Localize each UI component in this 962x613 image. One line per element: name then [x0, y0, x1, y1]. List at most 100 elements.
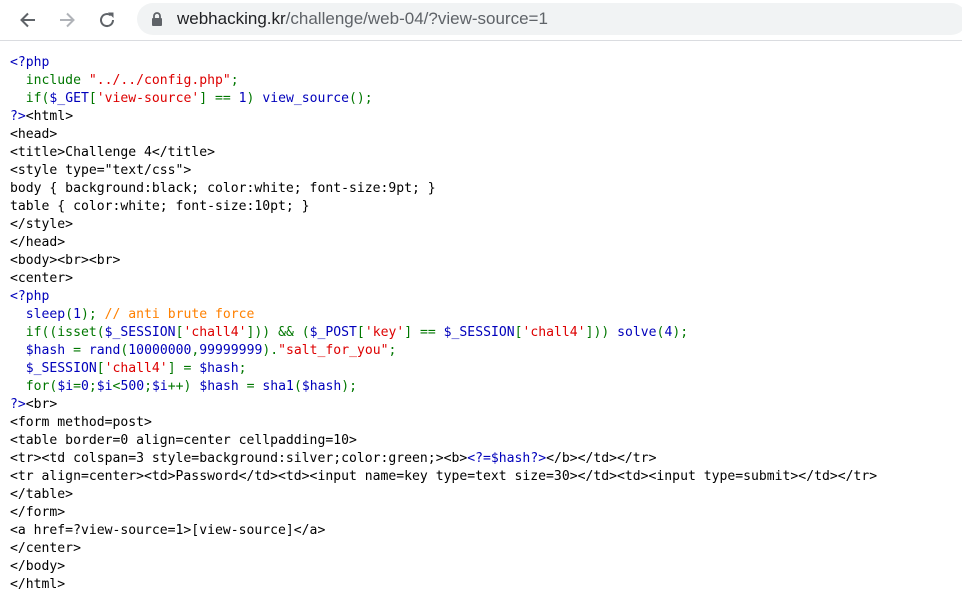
source-token: view_source — [262, 91, 350, 106]
source-token: $hash — [199, 361, 239, 376]
source-token: ; — [88, 379, 97, 394]
source-line: <title>Challenge 4</title> — [10, 144, 877, 162]
source-line: <body><br><br> — [10, 252, 877, 270]
source-token: // anti brute force — [104, 307, 255, 322]
source-token: if( — [10, 91, 50, 106]
source-token: <body><br><br> — [10, 253, 121, 268]
source-token: [ — [88, 91, 97, 106]
source-token: ; — [238, 361, 247, 376]
source-token: <a href=?view-source=1>[view-source]</a> — [10, 523, 326, 538]
source-token: 1 — [238, 91, 247, 106]
source-token: table { color:white; font-size:10pt; } — [10, 199, 310, 214]
source-line: table { color:white; font-size:10pt; } — [10, 198, 877, 216]
source-token: $hash — [199, 379, 247, 394]
source-token: solve — [617, 325, 657, 340]
source-token: $_SESSION — [104, 325, 176, 340]
source-token: ] == — [404, 325, 444, 340]
source-token: 'chall4' — [183, 325, 247, 340]
source-token: $_GET — [49, 91, 89, 106]
source-token: if((isset( — [10, 325, 105, 340]
url-host: webhacking.kr — [177, 9, 286, 28]
source-token: <?php — [10, 289, 50, 304]
source-token: ; — [388, 343, 397, 358]
source-token: </body> — [10, 559, 66, 574]
source-token: <?php — [10, 55, 50, 70]
source-token: <style type="text/css"> — [10, 163, 192, 178]
source-token: include — [10, 73, 89, 88]
source-token: <html> — [25, 109, 74, 124]
reload-button[interactable] — [93, 6, 121, 34]
source-token: ); — [80, 307, 105, 322]
source-token: ) — [246, 91, 263, 106]
source-line: </html> — [10, 576, 877, 594]
source-token: ( — [293, 379, 302, 394]
source-token: "salt_for_you" — [278, 343, 389, 358]
url-path: /challenge/web-04/?view-source=1 — [285, 9, 548, 28]
source-token: ( — [65, 307, 74, 322]
back-button[interactable] — [14, 6, 42, 34]
source-token: ?> — [530, 451, 547, 466]
source-token: </html> — [10, 577, 66, 592]
browser-toolbar: webhacking.kr/challenge/web-04/?view-sou… — [0, 0, 962, 41]
source-token: = — [246, 379, 263, 394]
source-token: = — [73, 343, 89, 358]
source-token: <form method=post> — [10, 415, 152, 430]
url-text: webhacking.kr/challenge/web-04/?view-sou… — [177, 9, 548, 29]
arrow-left-icon — [20, 12, 35, 28]
source-token: $i — [96, 379, 113, 394]
source-token: 'key' — [364, 325, 405, 340]
lock-icon — [152, 12, 162, 26]
source-token: rand — [88, 343, 121, 358]
source-token: = — [73, 379, 81, 394]
source-token: <table border=0 align=center cellpadding… — [10, 433, 357, 448]
source-token: ); — [341, 379, 358, 394]
source-line: if((isset($_SESSION['chall4'])) && ($_PO… — [10, 324, 877, 342]
source-token: 10000000 — [128, 343, 192, 358]
address-bar[interactable]: webhacking.kr/challenge/web-04/?view-sou… — [137, 3, 962, 35]
source-line: for($i=0;$i<500;$i++) $hash = sha1($hash… — [10, 378, 877, 396]
source-line: <tr align=center><td>Password</td><td><i… — [10, 468, 877, 486]
source-token: $_POST — [309, 325, 357, 340]
source-token: ])) — [585, 325, 618, 340]
source-token: $hash — [301, 379, 342, 394]
source-token: </center> — [10, 541, 81, 556]
source-token: ])) && ( — [246, 325, 310, 340]
source-token: <br> — [25, 397, 58, 412]
source-token: ?> — [10, 109, 26, 124]
source-token: 500 — [120, 379, 145, 394]
source-token: $_SESSION — [10, 361, 97, 376]
source-line: </center> — [10, 540, 877, 558]
source-line: ?><br> — [10, 396, 877, 414]
source-line: <table border=0 align=center cellpadding… — [10, 432, 877, 450]
source-line: </head> — [10, 234, 877, 252]
reload-icon — [100, 12, 115, 28]
source-line: </form> — [10, 504, 877, 522]
source-token: </b></td></tr> — [546, 451, 657, 466]
source-token: $i — [57, 379, 74, 394]
php-source-code: <?php include "../../config.php"; if($_G… — [10, 54, 877, 594]
source-token: </style> — [10, 217, 74, 232]
source-token: $i — [151, 379, 168, 394]
source-token: 1 — [73, 307, 81, 322]
arrow-right-icon — [60, 12, 75, 28]
source-line: <head> — [10, 126, 877, 144]
source-token: $hash — [10, 343, 74, 358]
source-token: ; — [144, 379, 152, 394]
source-line: $hash = rand(10000000,99999999)."salt_fo… — [10, 342, 877, 360]
source-token: </table> — [10, 487, 74, 502]
source-line: sleep(1); // anti brute force — [10, 306, 877, 324]
source-line: </style> — [10, 216, 877, 234]
source-token: 'chall4' — [522, 325, 586, 340]
source-line: if($_GET['view-source'] == 1) view_sourc… — [10, 90, 877, 108]
source-line: <style type="text/css"> — [10, 162, 877, 180]
source-token: <?= — [467, 451, 491, 466]
source-line: $_SESSION['chall4'] = $hash; — [10, 360, 877, 378]
source-token: [ — [514, 325, 523, 340]
source-line: </table> — [10, 486, 877, 504]
source-token: ); — [672, 325, 689, 340]
source-line: include "../../config.php"; — [10, 72, 877, 90]
source-token: ). — [262, 343, 279, 358]
forward-button[interactable] — [53, 6, 81, 34]
source-line: <form method=post> — [10, 414, 877, 432]
source-token: $hash — [490, 451, 531, 466]
